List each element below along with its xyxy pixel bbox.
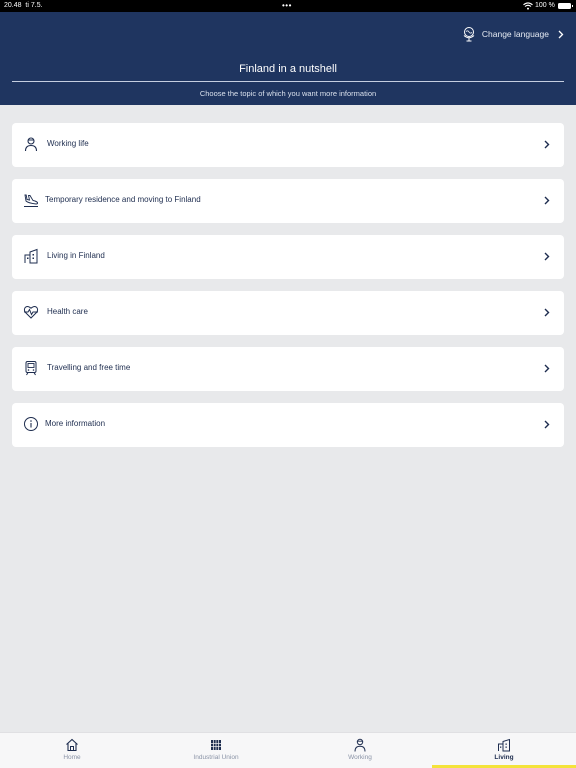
topic-list: Working life Temporary residence and mov… bbox=[12, 123, 564, 459]
page-subtitle: Choose the topic of which you want more … bbox=[199, 89, 377, 98]
change-language-button[interactable]: Change language bbox=[462, 24, 564, 44]
home-icon bbox=[66, 738, 78, 752]
tab-bar: Home Industrial Union Working Living bbox=[0, 732, 576, 768]
person-icon bbox=[24, 137, 38, 152]
topic-label: Health care bbox=[47, 307, 88, 316]
chevron-right-icon bbox=[558, 30, 564, 38]
chevron-right-icon bbox=[544, 364, 550, 373]
tab-home[interactable]: Home bbox=[0, 733, 144, 768]
tab-label: Working bbox=[348, 754, 372, 761]
info-icon bbox=[24, 417, 38, 431]
train-icon bbox=[25, 361, 37, 376]
battery-icon bbox=[558, 3, 573, 9]
topic-living-in-finland[interactable]: Living in Finland bbox=[12, 235, 564, 279]
tab-label: Home bbox=[63, 754, 81, 761]
topic-label: Living in Finland bbox=[47, 251, 105, 260]
wifi-icon bbox=[523, 2, 533, 10]
header-divider bbox=[12, 81, 564, 82]
topic-label: Travelling and free time bbox=[47, 363, 131, 372]
building-icon bbox=[24, 248, 38, 264]
topic-travelling[interactable]: Travelling and free time bbox=[12, 347, 564, 391]
status-bar: 20.48 ti 7.5. ••• 100 % bbox=[0, 0, 576, 12]
tab-industrial-union[interactable]: Industrial Union bbox=[144, 733, 288, 768]
topic-label: Working life bbox=[47, 139, 89, 148]
topic-working-life[interactable]: Working life bbox=[12, 123, 564, 167]
chevron-right-icon bbox=[544, 252, 550, 261]
tab-living[interactable]: Living bbox=[432, 733, 576, 768]
topic-more-information[interactable]: More information bbox=[12, 403, 564, 447]
battery-percent: 100 % bbox=[535, 2, 555, 9]
tab-label: Industrial Union bbox=[193, 754, 239, 761]
multitasking-dots[interactable]: ••• bbox=[282, 1, 292, 10]
chevron-right-icon bbox=[544, 140, 550, 149]
chevron-right-icon bbox=[544, 196, 550, 205]
topic-health-care[interactable]: Health care bbox=[12, 291, 564, 335]
person-icon bbox=[354, 738, 366, 752]
change-language-label: Change language bbox=[481, 29, 549, 39]
globe-icon bbox=[463, 27, 475, 42]
plane-landing-icon bbox=[24, 194, 39, 207]
topic-temporary-residence[interactable]: Temporary residence and moving to Finlan… bbox=[12, 179, 564, 223]
chevron-right-icon bbox=[544, 420, 550, 429]
building-icon bbox=[498, 738, 510, 752]
status-time-date: 20.48 ti 7.5. bbox=[4, 2, 43, 9]
tab-label: Living bbox=[494, 754, 514, 761]
tab-working[interactable]: Working bbox=[288, 733, 432, 768]
union-logo-icon bbox=[211, 740, 221, 750]
page-title: Finland in a nutshell bbox=[239, 63, 337, 75]
heart-pulse-icon bbox=[23, 306, 39, 319]
topic-label: More information bbox=[45, 419, 106, 428]
topic-label: Temporary residence and moving to Finlan… bbox=[45, 195, 201, 204]
header: Change language Finland in a nutshell Ch… bbox=[0, 12, 576, 105]
chevron-right-icon bbox=[544, 308, 550, 317]
